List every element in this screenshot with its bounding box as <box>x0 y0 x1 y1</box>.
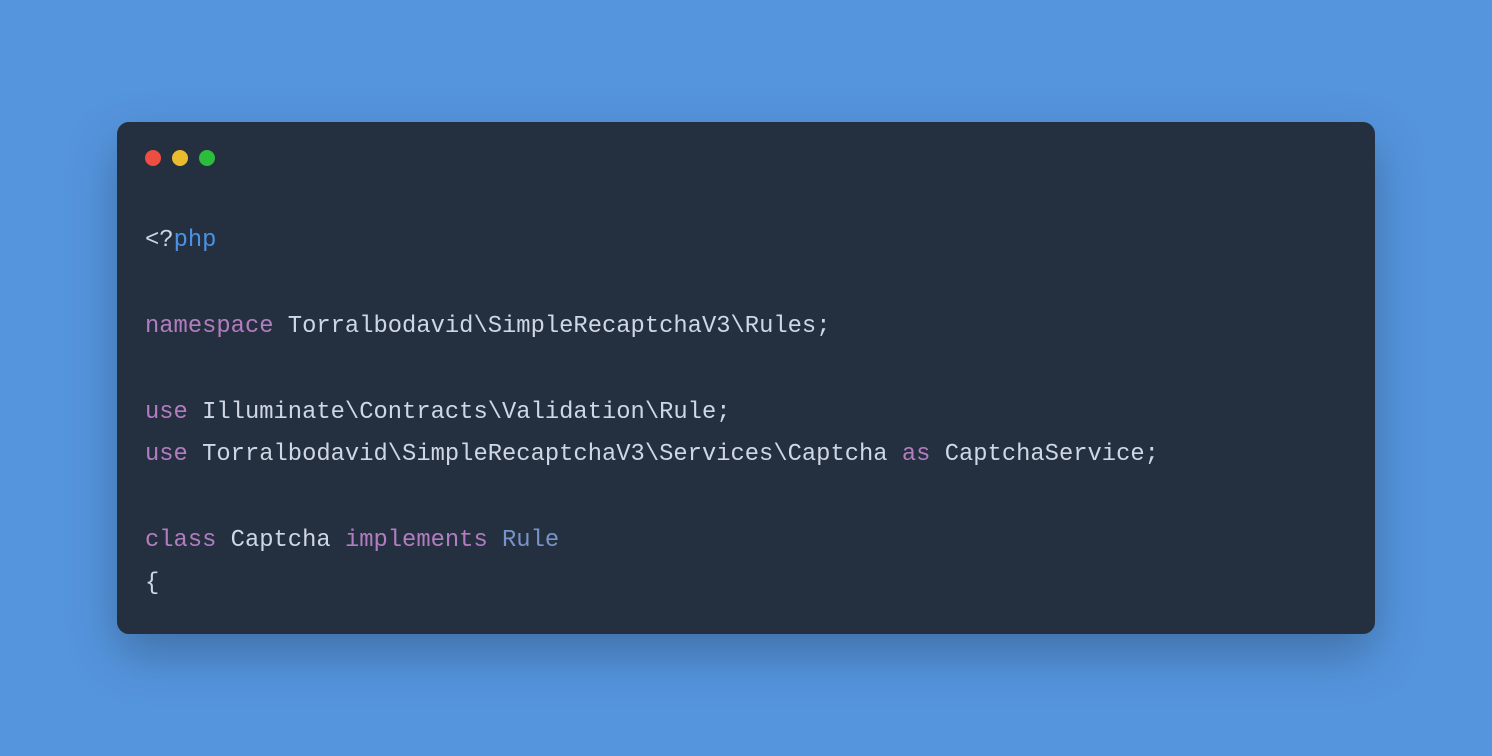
code-token: use <box>145 441 188 468</box>
code-token: Torralbodavid\SimpleRecaptchaV3\Rules; <box>274 313 831 340</box>
code-token: Torralbodavid\SimpleRecaptchaV3\Services… <box>188 441 902 468</box>
code-token: use <box>145 399 188 426</box>
code-token: Rule <box>502 527 559 554</box>
code-token: class <box>145 527 216 554</box>
code-token: as <box>902 441 931 468</box>
code-token: <? <box>145 227 174 254</box>
code-token: Captcha <box>216 527 345 554</box>
code-token: php <box>174 227 217 254</box>
code-token: Illuminate\Contracts\Validation\Rule; <box>188 399 731 426</box>
code-token: namespace <box>145 313 274 340</box>
window-titlebar <box>145 142 1347 166</box>
code-token <box>488 527 502 554</box>
code-block: <?php namespace Torralbodavid\SimpleReca… <box>145 220 1347 605</box>
code-token: CaptchaService; <box>930 441 1159 468</box>
code-window: <?php namespace Torralbodavid\SimpleReca… <box>117 122 1375 633</box>
minimize-icon[interactable] <box>172 150 188 166</box>
code-token: { <box>145 570 159 597</box>
code-token: implements <box>345 527 488 554</box>
close-icon[interactable] <box>145 150 161 166</box>
maximize-icon[interactable] <box>199 150 215 166</box>
